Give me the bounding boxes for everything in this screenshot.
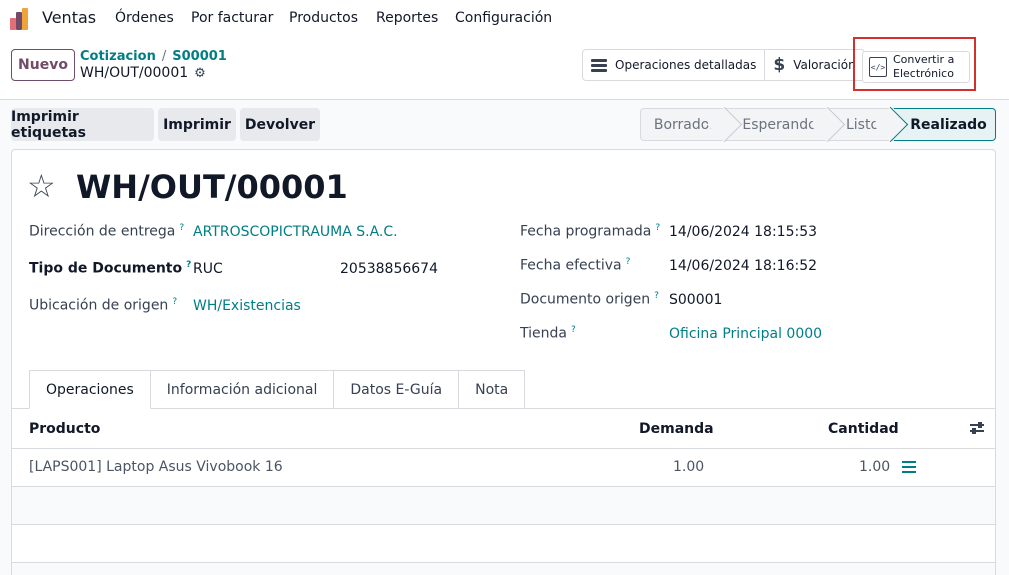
tab-nota[interactable]: Nota (459, 370, 526, 409)
cell-demand: 1.00 (673, 459, 705, 475)
menu-configuracion[interactable]: Configuración (455, 10, 552, 26)
status-esperando[interactable]: Esperando (728, 106, 846, 143)
table-row-empty (12, 563, 995, 575)
convert-highlight-box: </> Convertir a Electrónico (853, 37, 976, 91)
cell-quantity: 1.00 (859, 459, 891, 475)
value-source-document[interactable]: S00001 (669, 292, 722, 308)
breadcrumb-current: WH/OUT/00001 ⚙ (80, 65, 206, 81)
value-effective-date[interactable]: 14/06/2024 18:16:52 (669, 258, 817, 274)
status-realizado[interactable]: Realizado (894, 108, 996, 141)
col-demanda[interactable]: Demanda (639, 421, 714, 437)
label-effective-date: Fecha efectiva? (520, 257, 631, 274)
table-row-empty (12, 487, 995, 525)
value-scheduled-date[interactable]: 14/06/2024 18:15:53 (669, 224, 817, 240)
return-button[interactable]: Devolver (240, 108, 320, 141)
smart-buttons: Operaciones detalladas $ Valoración (582, 49, 865, 81)
value-source-location[interactable]: WH/Existencias (193, 298, 301, 314)
cell-product: [LAPS001] Laptop Asus Vivobook 16 (29, 459, 283, 475)
menu-productos[interactable]: Productos (289, 10, 358, 26)
optional-columns-icon[interactable] (970, 421, 984, 435)
details-list-icon[interactable] (902, 461, 916, 473)
breadcrumb-cotizacion[interactable]: Cotizacion (80, 49, 156, 64)
print-button[interactable]: Imprimir (158, 108, 236, 141)
top-navbar: Ventas Órdenes Por facturar Productos Re… (0, 0, 1009, 36)
breadcrumb-s00001[interactable]: S00001 (172, 49, 227, 64)
notebook-tabs: Operaciones Información adicional Datos … (29, 370, 526, 409)
statusbar: Borrador Esperando Listo Realizado (640, 106, 996, 143)
detailed-operations-button[interactable]: Operaciones detalladas (583, 50, 766, 80)
print-labels-button[interactable]: Imprimir etiquetas (11, 108, 154, 141)
sales-app-icon[interactable] (10, 6, 34, 30)
value-document-number[interactable]: 20538856674 (340, 261, 438, 277)
status-borrador[interactable]: Borrador (640, 106, 743, 143)
breadcrumb: Cotizacion / S00001 (80, 49, 227, 64)
table-row[interactable]: [LAPS001] Laptop Asus Vivobook 16 1.00 1… (12, 449, 995, 487)
code-file-icon: </> (869, 57, 887, 77)
tab-datos-eguia[interactable]: Datos E-Guía (334, 370, 460, 409)
gear-icon[interactable]: ⚙ (194, 66, 206, 81)
table-row-empty (12, 525, 995, 563)
bars-icon (591, 58, 607, 72)
tab-operaciones[interactable]: Operaciones (29, 370, 151, 409)
current-record-name: WH/OUT/00001 (80, 65, 189, 81)
menu-reportes[interactable]: Reportes (376, 10, 438, 26)
menu-por-facturar[interactable]: Por facturar (191, 10, 273, 26)
table-header: Producto Demanda Cantidad (12, 409, 995, 449)
new-button[interactable]: Nuevo (11, 49, 75, 81)
dollar-icon: $ (773, 55, 786, 75)
col-cantidad[interactable]: Cantidad (828, 421, 899, 437)
label-store: Tienda? (520, 325, 576, 342)
col-producto[interactable]: Producto (29, 421, 100, 437)
label-source-location: Ubicación de origen? (29, 297, 178, 314)
form-sheet: ☆ WH/OUT/00001 Dirección de entrega? ART… (11, 149, 996, 575)
convert-electronic-button[interactable]: </> Convertir a Electrónico (862, 51, 970, 83)
label-document-type: Tipo de Documento? (29, 260, 192, 277)
label-delivery-address: Dirección de entrega? (29, 223, 185, 240)
star-icon[interactable]: ☆ (27, 168, 56, 204)
label-scheduled-date: Fecha programada? (520, 223, 661, 240)
tab-informacion-adicional[interactable]: Información adicional (150, 370, 335, 409)
menu-ordenes[interactable]: Órdenes (115, 10, 174, 26)
value-delivery-address[interactable]: ARTROSCOPICTRAUMA S.A.C. (193, 224, 398, 240)
record-title: WH/OUT/00001 (76, 168, 348, 206)
value-store[interactable]: Oficina Principal 0000 (669, 326, 822, 342)
label-source-document: Documento origen? (520, 291, 659, 308)
app-name[interactable]: Ventas (42, 8, 96, 27)
value-document-type[interactable]: RUC (193, 261, 223, 277)
valuation-button[interactable]: $ Valoración (765, 50, 863, 80)
